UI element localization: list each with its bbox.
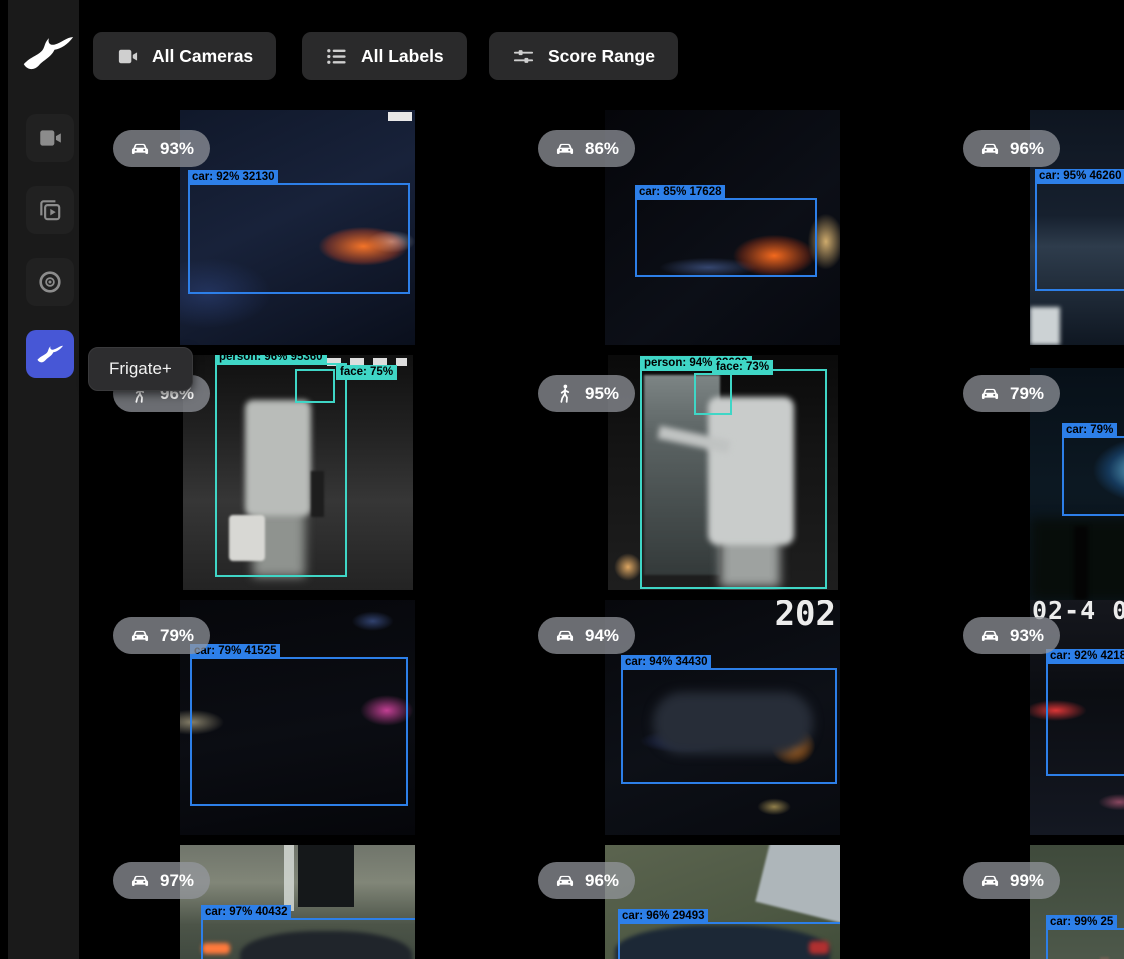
bounding-box-label: car: 79% (1062, 423, 1117, 438)
car-icon (554, 625, 576, 647)
detection-thumbnail[interactable]: car: 79% 41525 (180, 600, 415, 835)
detection-thumbnail[interactable]: car: 96% 29493 (605, 845, 840, 959)
car-icon (979, 870, 1001, 892)
lamp-glow (614, 553, 642, 581)
score-value: 96% (585, 871, 619, 891)
car-icon (129, 625, 151, 647)
score-badge: 93% (963, 617, 1060, 654)
burned-timestamp-fragment (388, 112, 412, 121)
car-icon (129, 138, 151, 160)
score-badge: 97% (113, 862, 210, 899)
detection-thumbnail[interactable]: car: 92% 32130 (180, 110, 415, 345)
all-labels-filter-button[interactable]: All Labels (302, 32, 467, 80)
bounding-box: car: 92% 4218 (1046, 662, 1124, 776)
score-badge: 96% (963, 130, 1060, 167)
frigate-logo-icon (21, 26, 75, 80)
score-value: 86% (585, 139, 619, 159)
score-range-filter-button[interactable]: Score Range (489, 32, 678, 80)
bounding-box: car: 99% 25 (1046, 928, 1124, 959)
bounding-box-label: car: 97% 40432 (201, 905, 291, 920)
detection-thumbnail[interactable]: car: 85% 17628 (605, 110, 840, 345)
sidebar (8, 0, 79, 959)
video-camera-icon (37, 125, 63, 151)
frigate-bird-icon (36, 342, 64, 366)
pole-silhouette (1074, 526, 1088, 600)
score-value: 79% (160, 626, 194, 646)
bounding-box-label: car: 95% 46260 (1035, 169, 1124, 184)
bounding-box: car: 95% 46260 (1035, 182, 1124, 291)
sidebar-item-live[interactable] (26, 114, 74, 162)
score-badge: 86% (538, 130, 635, 167)
all-cameras-label: All Cameras (152, 46, 253, 67)
bounding-box: car: 94% 34430 (621, 668, 837, 784)
car-icon (554, 870, 576, 892)
bounding-box: person: 94% 82630 (640, 369, 827, 589)
all-labels-label: All Labels (361, 46, 444, 67)
score-value: 94% (585, 626, 619, 646)
bounding-box-label: person: 96% 95360 (215, 355, 327, 365)
score-value: 95% (585, 384, 619, 404)
bounding-box: car: 85% 17628 (635, 198, 817, 277)
video-camera-icon (116, 45, 139, 68)
door-shape (298, 845, 354, 907)
burned-timestamp: 202 (775, 600, 836, 634)
detection-thumbnail[interactable]: person: 94% 82630 face: 73% (608, 355, 838, 590)
bounding-box: car: 96% 29493 (618, 922, 840, 959)
bounding-box: car: 92% 32130 (188, 183, 410, 294)
frigate-plus-tooltip: Frigate+ (88, 347, 193, 391)
car-icon (979, 383, 1001, 405)
score-badge: 95% (538, 375, 635, 412)
score-value: 96% (1010, 139, 1044, 159)
bounding-box-label: car: 85% 17628 (635, 185, 725, 200)
score-badge: 79% (113, 617, 210, 654)
porch-trim (284, 845, 294, 911)
sidebar-item-export[interactable] (26, 258, 74, 306)
car-icon (979, 138, 1001, 160)
score-badge: 79% (963, 375, 1060, 412)
car-icon (554, 138, 576, 160)
car-icon (979, 625, 1001, 647)
bounding-box-label: car: 96% 29493 (618, 909, 708, 924)
face-bounding-box: face: 75% (295, 369, 335, 403)
video-library-icon (37, 197, 63, 223)
house-corner-shape (755, 845, 840, 926)
face-box-label: face: 75% (336, 365, 397, 380)
sidebar-item-frigate-plus[interactable] (26, 330, 74, 378)
score-range-label: Score Range (548, 46, 655, 67)
score-value: 93% (1010, 626, 1044, 646)
score-value: 79% (1010, 384, 1044, 404)
bounding-box: car: 79% (1062, 436, 1124, 516)
light-patch (1030, 307, 1060, 345)
bounding-box-label: car: 92% 4218 (1046, 649, 1124, 664)
face-bounding-box: face: 73% (694, 373, 732, 415)
score-value: 99% (1010, 871, 1044, 891)
score-badge: 96% (538, 862, 635, 899)
frigate-app: Frigate+ All Cameras All Labels Score Ra… (0, 0, 1124, 959)
detection-thumbnail[interactable]: 202 car: 94% 34430 (605, 600, 840, 835)
score-badge: 99% (963, 862, 1060, 899)
score-value: 97% (160, 871, 194, 891)
face-box-label: face: 73% (712, 360, 773, 375)
detection-thumbnail[interactable]: person: 96% 95360 face: 75% (183, 355, 413, 590)
bounding-box-label: car: 99% 25 (1046, 915, 1117, 930)
score-value: 93% (160, 139, 194, 159)
person-icon (554, 383, 576, 405)
bounding-box-label: car: 94% 34430 (621, 655, 711, 670)
sidebar-item-review[interactable] (26, 186, 74, 234)
score-badge: 93% (113, 130, 210, 167)
bounding-box: car: 79% 41525 (190, 657, 408, 806)
score-badge: 94% (538, 617, 635, 654)
detection-thumbnail[interactable]: car: 97% 40432 (180, 845, 415, 959)
bounding-box-label: car: 92% 32130 (188, 170, 278, 185)
all-cameras-filter-button[interactable]: All Cameras (93, 32, 276, 80)
labels-list-icon (325, 45, 348, 68)
bounding-box: car: 97% 40432 (201, 918, 415, 959)
car-icon (129, 870, 151, 892)
sliders-icon (512, 45, 535, 68)
disc-icon (37, 269, 63, 295)
